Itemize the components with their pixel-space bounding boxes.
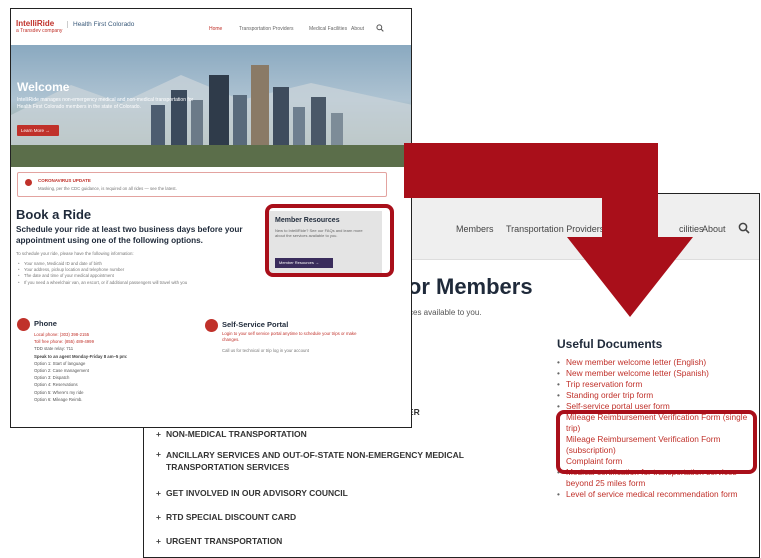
book-a-ride-note: To schedule your ride, please have the f… [16, 251, 134, 256]
nav-medical-facilities[interactable]: cilities [679, 224, 704, 234]
nav-members[interactable]: Members [456, 224, 494, 234]
alert-text: Masking, per the CDC guidance, is requir… [38, 186, 177, 191]
accordion-item[interactable]: + NON-MEDICAL TRANSPORTATION [156, 429, 307, 439]
alert-title: CORONAVIRUS UPDATE [38, 178, 91, 183]
nav-about[interactable]: About [351, 26, 364, 32]
health-first-logo: Health First Colorado [67, 21, 134, 28]
nav-home[interactable]: Home [209, 26, 222, 32]
plus-icon: + [156, 536, 161, 546]
chevron-down-icon: ⌄ [606, 224, 615, 234]
phone-heading: Phone [34, 319, 57, 328]
tdd-relay: TDD state relay: 711 [34, 346, 74, 352]
home-header: IntelliRide a Transdev company Health Fir… [11, 9, 411, 45]
plus-icon: + [156, 488, 161, 498]
learn-more-button[interactable]: Learn More → [17, 125, 59, 136]
toll-free-phone[interactable]: Toll free phone: (855) 489-4999 [34, 338, 127, 345]
phone-icon [17, 318, 30, 331]
book-a-ride-subtitle: Schedule your ride at least two business… [16, 225, 243, 245]
local-phone[interactable]: Local phone: (303) 398-2155 [34, 331, 127, 338]
hero-text: IntelliRide manages non-emergency medica… [17, 97, 194, 110]
phone-option: Option 1: Start of language [34, 360, 86, 366]
phone-option: Option 2: Case management [34, 368, 89, 374]
book-a-ride-requirements: Your name, Medicaid ID and date of birth… [16, 261, 276, 286]
portal-icon [205, 319, 218, 332]
nav-medical-facilities[interactable]: Medical Facilities [309, 26, 347, 32]
document-link[interactable]: New member welcome letter (English) [557, 357, 757, 368]
mileage-forms-highlight [556, 410, 757, 474]
search-icon[interactable] [376, 24, 384, 32]
plus-icon: + [156, 429, 161, 439]
accordion-item[interactable]: + ANCILLARY SERVICES AND OUT-OF-STATE NON… [156, 449, 496, 473]
agent-hours: Speak to an agent Monday-Friday 8 am–5 p… [34, 353, 128, 359]
nav-about[interactable]: About [702, 224, 726, 234]
self-service-portal-link[interactable]: Login to your self service portal anytim… [222, 331, 372, 343]
phone-option: Option 4: Reservations [34, 382, 78, 388]
hero-title: Welcome [17, 80, 70, 94]
self-service-portal-heading: Self-Service Portal [222, 320, 289, 329]
accordion-item[interactable]: + GET INVOLVED IN OUR ADVISORY COUNCIL [156, 488, 348, 498]
useful-documents-heading: Useful Documents [557, 337, 663, 351]
book-a-ride-heading: Book a Ride [16, 207, 92, 222]
accordion-item[interactable]: + URGENT TRANSPORTATION [156, 536, 282, 546]
plus-icon: + [156, 449, 161, 459]
list-item: If you need a wheelchair van, an escort,… [16, 280, 276, 286]
search-icon[interactable] [738, 222, 750, 234]
nav-transportation-providers[interactable]: Transportation Providers [239, 26, 294, 32]
phone-option: Option 3: Dispatch [34, 375, 70, 381]
hero-banner: Welcome IntelliRide manages non-emergenc… [11, 45, 411, 167]
coronavirus-alert: CORONAVIRUS UPDATE Masking, per the CDC … [17, 172, 387, 197]
document-link[interactable]: Standing order trip form [557, 390, 757, 401]
phone-option: Option 5: Where's my ride [34, 389, 84, 395]
accordion-item[interactable]: + RTD SPECIAL DISCOUNT CARD [156, 512, 296, 522]
member-resources-highlight [265, 204, 394, 277]
self-service-portal-note: Call us for technical or trip log in you… [222, 348, 309, 353]
alert-icon [25, 179, 32, 186]
document-link[interactable]: Trip reservation form [557, 379, 757, 390]
phone-details: Local phone: (303) 398-2155 Toll free ph… [34, 331, 127, 403]
arrow-right-icon: → [45, 128, 50, 133]
document-link[interactable]: Level of service medical recommendation … [557, 489, 757, 500]
intelliride-logo[interactable]: IntelliRide a Transdev company [16, 19, 62, 34]
document-link[interactable]: New member welcome letter (Spanish) [557, 368, 757, 379]
plus-icon: + [156, 512, 161, 522]
nav-transportation-providers[interactable]: Transportation Providers ⌄ [506, 224, 614, 235]
phone-option: Option 6: Mileage Reimb. [34, 396, 83, 402]
